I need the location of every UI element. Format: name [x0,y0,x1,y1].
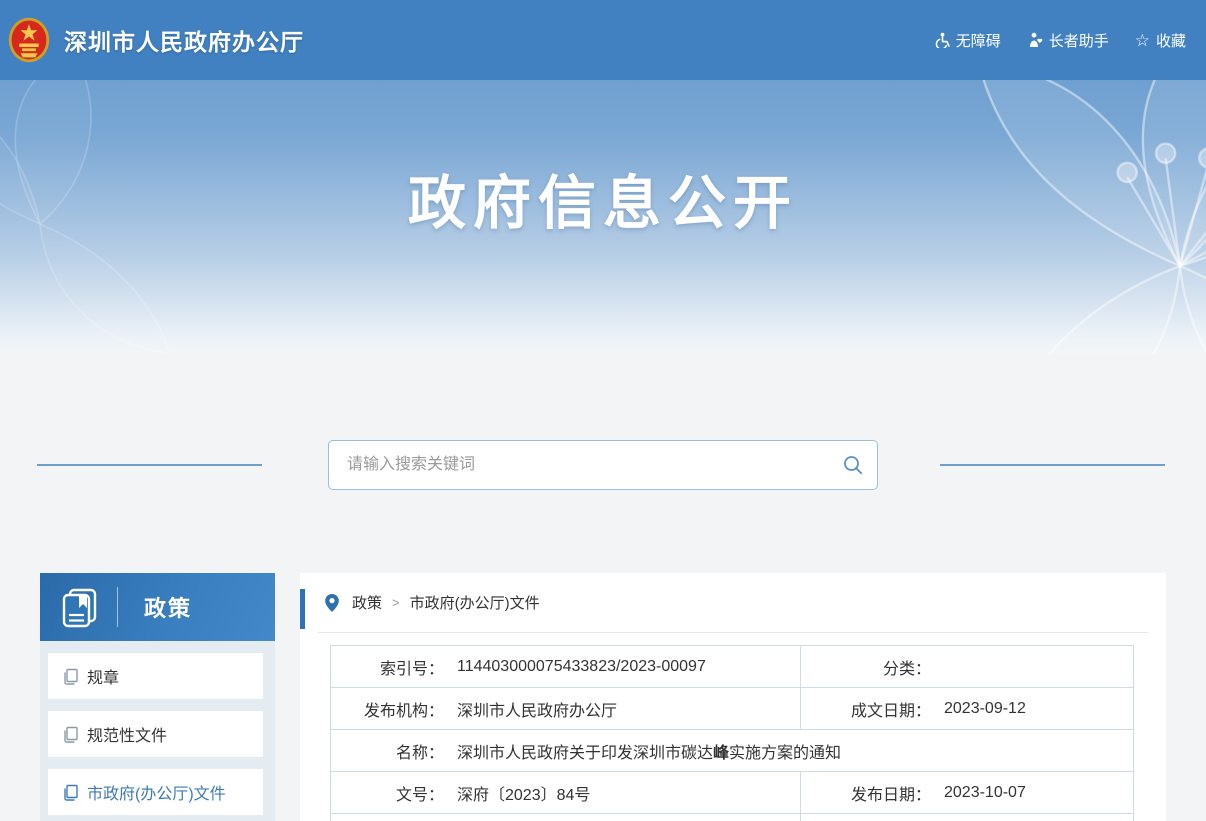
favorite-link[interactable]: ☆ 收藏 [1135,30,1186,51]
main-content-card: 政策 > 市政府(办公厅)文件 索引号： 114403000075433823/… [300,573,1166,821]
document-icon [62,784,79,801]
search-row [0,440,1206,490]
document-name-label: 名称： [331,739,444,763]
date-written-label: 成文日期： [801,697,931,721]
breadcrumb-separator: > [392,595,400,610]
site-title: 深圳市人民政府办公厅 [64,23,304,57]
book-icon [57,584,103,630]
document-name-highlight: 峰 [713,745,729,762]
location-pin-icon [324,593,340,613]
site-brand[interactable]: 深圳市人民政府办公厅 [8,17,304,63]
sidebar-item-label: 规章 [87,664,119,688]
table-row: 文号： 深府〔2023〕84号 发布日期： 2023-10-07 [331,772,1134,814]
search-box [328,440,878,490]
breadcrumb-current: 市政府(办公厅)文件 [410,592,540,613]
document-name-prefix: 深圳市人民政府关于印发深圳市碳达 [457,745,713,762]
document-icon [62,668,79,685]
page-title: 政府信息公开 [0,80,1206,240]
favorite-label: 收藏 [1156,30,1186,51]
document-name-value: 深圳市人民政府关于印发深圳市碳达峰实施方案的通知 [457,739,841,763]
sidebar-header: 政策 [40,573,275,641]
index-number-label: 索引号： [331,655,444,679]
top-banner-area: 深圳市人民政府办公厅 无障碍 长者 [0,0,1206,355]
elder-assist-label: 长者助手 [1049,30,1109,51]
table-row: 索引号： 114403000075433823/2023-00097 分类： [331,646,1134,688]
sidebar: 政策 规章 规范性文件 [40,573,275,821]
publish-date-value: 2023-10-07 [944,784,1026,802]
document-number-value: 深府〔2023〕84号 [457,781,590,805]
category-label: 分类： [801,655,931,679]
index-number-value: 114403000075433823/2023-00097 [457,658,706,676]
date-written-value: 2023-09-12 [944,700,1026,718]
sidebar-header-divider [117,587,118,627]
table-row: 发布机构： 深圳市人民政府办公厅 成文日期： 2023-09-12 [331,688,1134,730]
content-area: 政策 规章 规范性文件 [40,573,1166,821]
search-input[interactable] [329,441,829,489]
decorative-line-right [940,464,1165,466]
table-row: 名称： 深圳市人民政府关于印发深圳市碳达峰实施方案的通知 [331,730,1134,772]
accessibility-label: 无障碍 [956,30,1001,51]
decorative-line-left [37,464,262,466]
document-meta-table: 索引号： 114403000075433823/2023-00097 分类： 发… [330,645,1134,821]
sidebar-title: 政策 [144,591,192,623]
accessibility-link[interactable]: 无障碍 [934,30,1001,51]
sidebar-item-label: 市政府(办公厅)文件 [87,780,226,804]
accessibility-icon [934,32,950,48]
document-icon [62,726,79,743]
sidebar-item-municipal-government-documents[interactable]: 市政府(办公厅)文件 [48,769,263,815]
breadcrumb-divider [318,632,1148,633]
search-section [0,355,1206,573]
publish-date-label: 发布日期： [801,781,931,805]
header-links: 无障碍 长者助手 ☆ 收藏 [934,30,1186,51]
elder-assist-icon [1027,32,1043,48]
page: 深圳市人民政府办公厅 无障碍 长者 [0,0,1206,821]
issuing-agency-value: 深圳市人民政府办公厅 [457,697,617,721]
elder-assist-link[interactable]: 长者助手 [1027,30,1109,51]
header-bar: 深圳市人民政府办公厅 无障碍 长者 [0,0,1206,80]
search-button[interactable] [829,441,877,489]
table-row [331,814,1134,821]
sidebar-item-normative-documents[interactable]: 规范性文件 [48,711,263,757]
sidebar-item-regulations[interactable]: 规章 [48,653,263,699]
breadcrumb-accent-bar [300,589,305,629]
issuing-agency-label: 发布机构： [331,697,444,721]
national-emblem-logo [8,17,50,63]
search-icon [842,454,864,476]
star-icon: ☆ [1135,32,1150,49]
breadcrumb: 政策 > 市政府(办公厅)文件 [300,573,1166,632]
breadcrumb-root[interactable]: 政策 [352,592,382,613]
document-name-suffix: 实施方案的通知 [729,745,841,762]
sidebar-item-label: 规范性文件 [87,722,167,746]
document-number-label: 文号： [331,781,444,805]
